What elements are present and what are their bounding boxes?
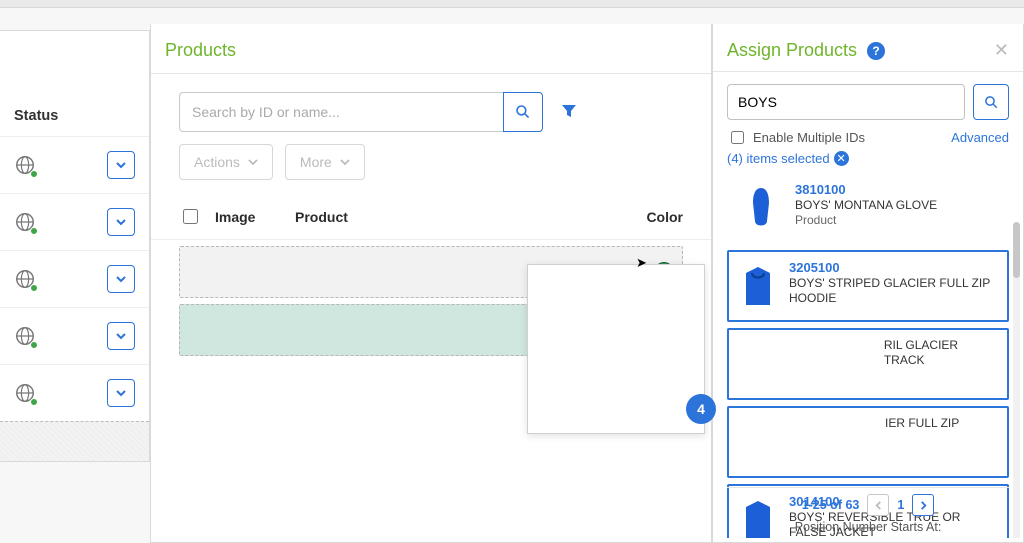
product-thumb-icon	[737, 182, 785, 234]
status-sidebar: Status	[0, 30, 150, 462]
pager-next-button[interactable]	[912, 494, 934, 516]
status-drop-zone	[0, 421, 149, 461]
product-search-button[interactable]	[503, 92, 543, 132]
cursor-icon: ➤	[636, 255, 647, 271]
product-search-input[interactable]	[179, 92, 503, 132]
help-icon[interactable]: ?	[867, 42, 885, 60]
product-thumb-icon	[737, 338, 784, 390]
product-thumb-icon	[737, 416, 785, 468]
product-id: 3810100	[795, 182, 937, 198]
product-name: RIL GLACIER TRACK	[884, 338, 999, 368]
actions-dropdown[interactable]: Actions	[179, 144, 273, 180]
assign-products-panel: Assign Products ? ✕ Enable Multiple IDs …	[712, 24, 1024, 543]
drag-count-badge: 4	[686, 394, 716, 424]
status-row	[0, 250, 149, 307]
status-row	[0, 364, 149, 421]
status-row	[0, 136, 149, 193]
result-card[interactable]: 3810100 BOYS' MONTANA GLOVE Product	[727, 172, 1009, 244]
product-name: BOYS' MONTANA GLOVE	[795, 198, 937, 213]
pagination-range: 1-25 of 63	[802, 498, 860, 512]
drag-ghost	[527, 264, 705, 434]
clear-selection-icon[interactable]: ✕	[834, 151, 849, 166]
assign-title: Assign Products	[727, 40, 857, 61]
items-selected-count: (4) items selected	[727, 151, 830, 166]
globe-icon	[14, 268, 36, 290]
filter-icon[interactable]	[561, 103, 577, 122]
status-row	[0, 193, 149, 250]
scrollbar[interactable]	[1013, 222, 1020, 538]
select-all-checkbox[interactable]	[183, 209, 198, 224]
globe-icon	[14, 211, 36, 233]
status-row-dropdown[interactable]	[107, 322, 135, 350]
status-row-dropdown[interactable]	[107, 379, 135, 407]
status-header: Status	[0, 31, 149, 136]
status-row-dropdown[interactable]	[107, 208, 135, 236]
product-thumb-icon	[737, 260, 779, 312]
product-type: Product	[795, 213, 937, 228]
enable-multiple-ids-checkbox[interactable]: Enable Multiple IDs	[727, 128, 865, 147]
result-card[interactable]: RIL GLACIER TRACK	[727, 328, 1009, 400]
more-label: More	[300, 154, 332, 170]
pager-current-page: 1	[897, 498, 904, 512]
actions-label: Actions	[194, 154, 240, 170]
result-card[interactable]: 3205100 BOYS' STRIPED GLACIER FULL ZIP H…	[727, 250, 1009, 322]
pager-prev-button[interactable]	[867, 494, 889, 516]
more-dropdown[interactable]: More	[285, 144, 365, 180]
col-product: Product	[295, 209, 623, 225]
close-icon[interactable]: ✕	[994, 40, 1009, 61]
globe-icon	[14, 154, 36, 176]
status-row-dropdown[interactable]	[107, 265, 135, 293]
status-row	[0, 307, 149, 364]
status-row-dropdown[interactable]	[107, 151, 135, 179]
globe-icon	[14, 382, 36, 404]
result-card[interactable]: IER FULL ZIP	[727, 406, 1009, 478]
col-color: Color	[623, 209, 683, 225]
col-image: Image	[215, 209, 295, 225]
product-name: BOYS' STRIPED GLACIER FULL ZIP HOODIE	[789, 276, 999, 306]
enable-multiple-ids-label: Enable Multiple IDs	[753, 130, 865, 145]
product-id: 3205100	[789, 260, 999, 276]
advanced-link[interactable]: Advanced	[951, 130, 1009, 145]
assign-search-input[interactable]	[727, 84, 965, 120]
product-name: IER FULL ZIP	[885, 416, 959, 431]
assign-search-button[interactable]	[973, 84, 1009, 120]
position-number-label: Position Number Starts At:	[727, 520, 1009, 534]
products-title: Products	[151, 24, 711, 74]
globe-icon	[14, 325, 36, 347]
